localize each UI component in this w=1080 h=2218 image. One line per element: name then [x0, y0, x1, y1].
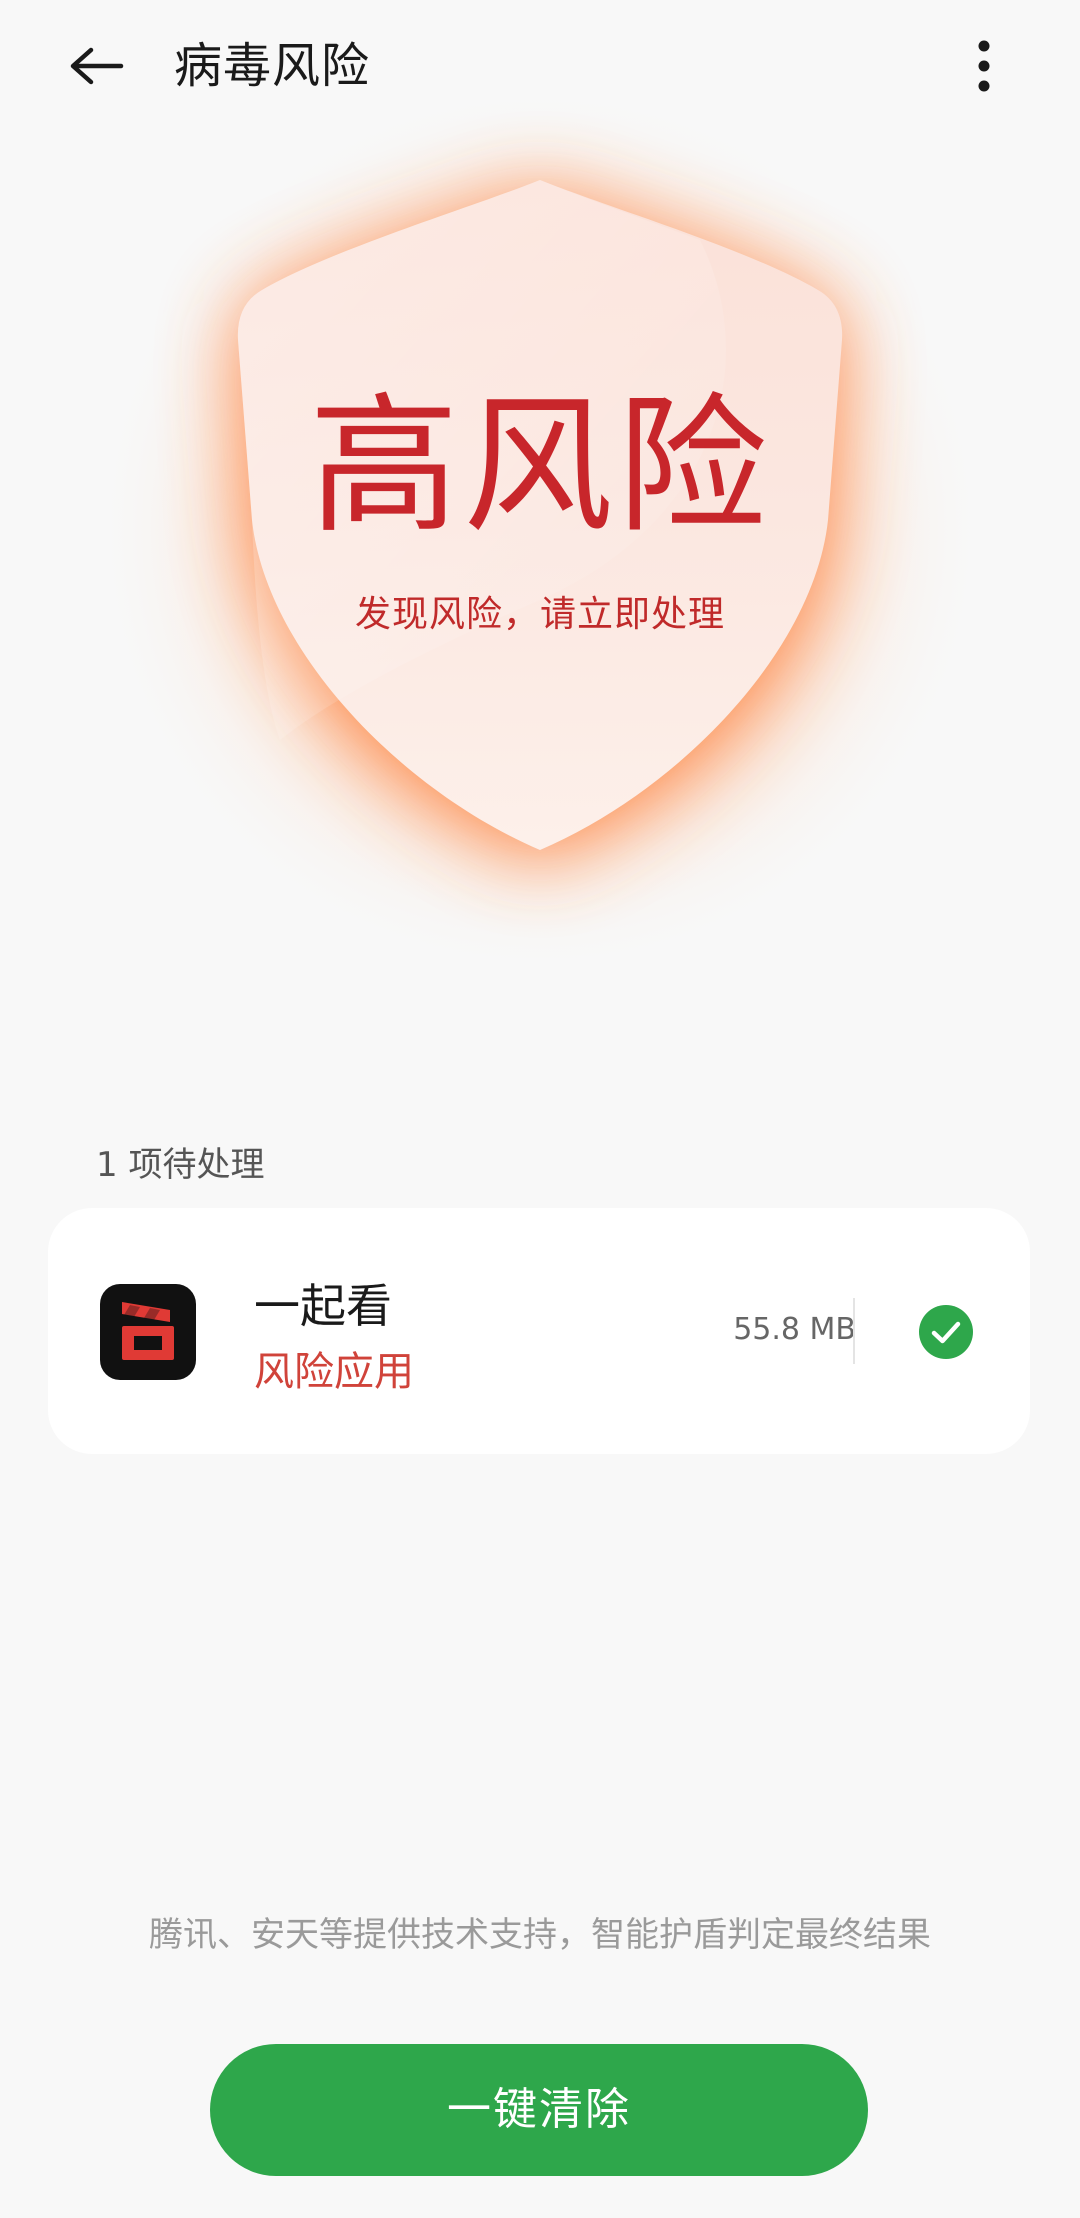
clapperboard-icon — [122, 1302, 174, 1360]
more-options-button[interactable] — [952, 30, 1016, 102]
risk-level-text: 高风险 — [308, 380, 771, 554]
app-name: 一起看 — [254, 1279, 392, 1333]
app-size: 55.8 MB — [733, 1312, 856, 1347]
back-button[interactable] — [52, 30, 142, 102]
shield-icon — [80, 100, 1000, 1000]
app-risk-status: 风险应用 — [254, 1349, 414, 1395]
risk-hero — [0, 100, 1080, 1060]
divider — [853, 1298, 855, 1364]
app-icon — [100, 1284, 196, 1380]
pending-count-label: 1 项待处理 — [96, 1145, 265, 1185]
page-title: 病毒风险 — [174, 38, 371, 94]
app-select-checkbox[interactable] — [918, 1304, 974, 1360]
one-click-clean-button[interactable]: 一键清除 — [210, 2044, 868, 2176]
tech-support-note: 腾讯、安天等提供技术支持，智能护盾判定最终结果 — [149, 1915, 931, 1955]
check-circle-icon — [919, 1305, 973, 1359]
arrow-left-icon — [70, 47, 124, 85]
risk-app-card[interactable]: 一起看 风险应用 55.8 MB — [48, 1208, 1030, 1454]
risk-message: 发现风险，请立即处理 — [354, 594, 725, 635]
more-vertical-icon — [978, 40, 990, 92]
